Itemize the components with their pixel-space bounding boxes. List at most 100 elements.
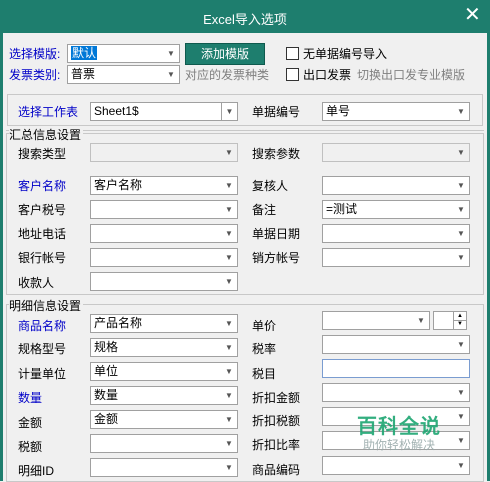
export-invoice-label: 出口发票 [303, 68, 352, 82]
chevron-down-icon[interactable]: ▼ [221, 177, 237, 194]
chevron-down-icon[interactable]: ▼ [453, 384, 469, 401]
template-label: 选择模版: [9, 47, 61, 61]
tax-rate-select[interactable]: ▼ [322, 335, 470, 354]
chevron-down-icon[interactable]: ▼ [221, 103, 237, 120]
template-select[interactable]: 默认 ▼ [67, 44, 180, 63]
unit-price-label: 单价 [252, 319, 277, 333]
chevron-down-icon[interactable]: ▼ [221, 225, 237, 242]
remark-select[interactable]: =测试 ▼ [322, 200, 470, 219]
product-name-value: 产品名称 [94, 316, 143, 330]
chevron-down-icon[interactable]: ▼ [453, 201, 469, 218]
chevron-down-icon[interactable]: ▼ [221, 201, 237, 218]
chevron-down-icon[interactable]: ▼ [221, 411, 237, 428]
invoice-type-select[interactable]: 普票 ▼ [67, 65, 180, 84]
close-icon[interactable]: ✕ [464, 4, 481, 26]
tax-amount-label: 税额 [18, 440, 43, 454]
unit-price-spinner[interactable]: ▲ ▼ [433, 311, 467, 330]
chevron-down-icon[interactable]: ▼ [163, 66, 179, 83]
tax-rate-label: 税率 [252, 342, 277, 356]
chevron-down-icon[interactable]: ▼ [453, 103, 469, 120]
chevron-down-icon[interactable]: ▼ [221, 363, 237, 380]
search-type-label: 搜索类型 [18, 147, 67, 161]
detail-id-select[interactable]: ▼ [90, 458, 238, 477]
chevron-down-icon[interactable]: ▼ [221, 435, 237, 452]
add-template-button[interactable]: 添加模版 [185, 43, 265, 65]
chevron-down-icon[interactable]: ▼ [453, 408, 469, 425]
remark-value: =测试 [326, 202, 358, 216]
seller-account-label: 销方帐号 [252, 251, 301, 265]
export-invoice-checkbox[interactable] [286, 68, 299, 81]
seller-account-select[interactable]: ▼ [322, 248, 470, 267]
search-param-select[interactable]: ▼ [322, 143, 470, 162]
doc-number-value: 单号 [326, 104, 351, 118]
detail-section-title: 明细信息设置 [9, 298, 84, 314]
customer-tax-label: 客户税号 [18, 203, 67, 217]
spin-down-icon[interactable]: ▼ [453, 320, 466, 329]
window-frame-left [0, 33, 3, 481]
chevron-down-icon[interactable]: ▼ [221, 459, 237, 476]
worksheet-value: Sheet1$ [94, 104, 139, 118]
product-name-select[interactable]: 产品名称 ▼ [90, 314, 238, 333]
discount-amount-select[interactable]: ▼ [322, 383, 470, 402]
chevron-down-icon[interactable]: ▼ [221, 273, 237, 290]
unit-value: 单位 [94, 364, 119, 378]
amount-select[interactable]: 金额 ▼ [90, 410, 238, 429]
customer-tax-select[interactable]: ▼ [90, 200, 238, 219]
customer-name-select[interactable]: 客户名称 ▼ [90, 176, 238, 195]
chevron-down-icon[interactable]: ▼ [221, 387, 237, 404]
chevron-down-icon[interactable]: ▼ [221, 249, 237, 266]
chevron-down-icon[interactable]: ▼ [453, 177, 469, 194]
chevron-down-icon[interactable]: ▼ [221, 144, 237, 161]
invoice-type-label: 发票类别: [9, 68, 61, 82]
reviewer-select[interactable]: ▼ [322, 176, 470, 195]
corresponding-invoice-type-label: 对应的发票种类 [185, 68, 270, 82]
amount-label: 金额 [18, 416, 43, 430]
tax-item-input[interactable] [322, 359, 470, 378]
doc-date-label: 单据日期 [252, 227, 301, 241]
tax-amount-select[interactable]: ▼ [90, 434, 238, 453]
chevron-down-icon[interactable]: ▼ [221, 315, 237, 332]
chevron-down-icon[interactable]: ▼ [453, 432, 469, 449]
address-phone-label: 地址电话 [18, 227, 67, 241]
spec-label: 规格型号 [18, 342, 67, 356]
discount-amount-label: 折扣金额 [252, 391, 301, 405]
address-phone-select[interactable]: ▼ [90, 224, 238, 243]
discount-rate-label: 折扣比率 [252, 438, 301, 452]
chevron-down-icon[interactable]: ▼ [413, 312, 429, 329]
quantity-label: 数量 [18, 391, 43, 405]
payee-label: 收款人 [18, 276, 55, 290]
product-code-select[interactable]: ▼ [322, 456, 470, 475]
unit-label: 计量单位 [18, 367, 67, 381]
summary-section-title: 汇总信息设置 [9, 127, 84, 143]
switch-export-template-link[interactable]: 切换出口发专业模版 [357, 67, 465, 83]
doc-number-label: 单据编号 [252, 105, 301, 119]
no-number-import-label: 无单据编号导入 [303, 47, 388, 61]
chevron-down-icon[interactable]: ▼ [453, 336, 469, 353]
bank-account-select[interactable]: ▼ [90, 248, 238, 267]
window-title: Excel导入选项 [203, 12, 287, 27]
worksheet-select[interactable]: Sheet1$ ▼ [90, 102, 238, 121]
customer-name-value: 客户名称 [94, 178, 143, 192]
quantity-select[interactable]: 数量 ▼ [90, 386, 238, 405]
remark-label: 备注 [252, 203, 277, 217]
search-param-label: 搜索参数 [252, 147, 301, 161]
unit-price-select[interactable]: ▼ [322, 311, 430, 330]
payee-select[interactable]: ▼ [90, 272, 238, 291]
search-type-select[interactable]: ▼ [90, 143, 238, 162]
spec-select[interactable]: 规格 ▼ [90, 338, 238, 357]
customer-name-label: 客户名称 [18, 179, 67, 193]
chevron-down-icon[interactable]: ▼ [163, 45, 179, 62]
chevron-down-icon[interactable]: ▼ [221, 339, 237, 356]
doc-date-select[interactable]: ▼ [322, 224, 470, 243]
no-number-import-checkbox[interactable] [286, 47, 299, 60]
chevron-down-icon[interactable]: ▼ [453, 144, 469, 161]
chevron-down-icon[interactable]: ▼ [453, 457, 469, 474]
chevron-down-icon[interactable]: ▼ [453, 249, 469, 266]
tax-item-label: 税目 [252, 367, 277, 381]
doc-number-select[interactable]: 单号 ▼ [322, 102, 470, 121]
worksheet-label: 选择工作表 [18, 105, 79, 119]
product-name-label: 商品名称 [18, 319, 67, 333]
unit-select[interactable]: 单位 ▼ [90, 362, 238, 381]
invoice-type-value: 普票 [71, 67, 96, 81]
chevron-down-icon[interactable]: ▼ [453, 225, 469, 242]
